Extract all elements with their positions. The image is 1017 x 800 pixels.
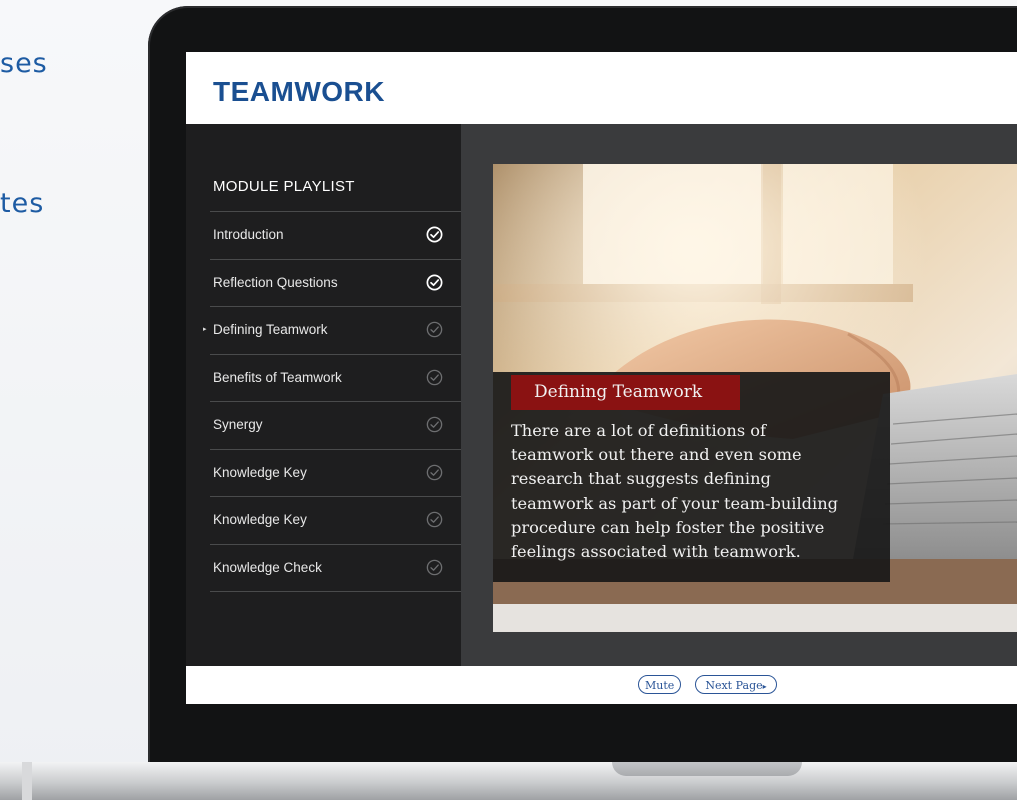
playlist-item-label: Introduction [213,227,284,242]
playlist-item[interactable]: ▸ Defining Teamwork [203,307,461,355]
playlist-item-label: Synergy [213,417,263,432]
check-circle-icon [426,274,443,290]
course-player-screen: TEAMWORK MODULE PLAYLIST Introduction Ref… [186,52,1017,704]
check-circle-icon [426,511,443,528]
next-page-label: Next Page [705,679,763,692]
check-circle-icon [426,464,443,480]
next-arrow-icon: ▸ [762,682,767,691]
check-circle-icon [426,416,443,433]
mute-button[interactable]: Mute [638,675,681,694]
current-item-marker-icon: ▸ [203,326,207,333]
caption-body-text: There are a lot of definitions of teamwo… [511,419,883,564]
next-page-button[interactable]: Next Page▸ [695,675,777,694]
slide-caption-panel: Defining Teamwork There are a lot of def… [493,372,890,582]
caption-title-bar: Defining Teamwork [511,375,740,410]
playlist-item-label: Knowledge Key [213,464,307,480]
caption-line: teamwork as part of your team-building [511,493,838,513]
laptop-base [0,762,1017,800]
check-circle-icon [426,559,443,575]
playlist-item[interactable]: Introduction [210,212,461,260]
caption-line: procedure can help foster the positive [511,517,825,537]
caption-title: Defining Teamwork [534,382,703,402]
laptop-base-edge [22,762,32,800]
playlist-item[interactable]: Knowledge Key [210,450,461,497]
playlist-item[interactable]: Knowledge Key [210,497,461,545]
playlist-item-label: Knowledge Key [213,512,307,527]
caption-line: There are a lot of definitions of [511,421,767,440]
playlist-item-label: Knowledge Check [213,559,322,575]
playlist-item[interactable]: Benefits of Teamwork [210,355,461,402]
course-title: TEAMWORK [213,76,385,107]
playlist-list: Introduction Reflection Questions ▸ Definin… [203,211,461,592]
player-footer: Mute Next Page▸ [186,666,1017,704]
laptop-base-notch [612,762,802,776]
playlist-item-label: Benefits of Teamwork [213,369,342,385]
module-playlist-sidebar: MODULE PLAYLIST Introduction Reflection Q… [186,124,461,666]
mute-button-label: Mute [645,679,675,692]
check-circle-icon [426,226,443,243]
caption-line: research that suggests defining [511,469,771,489]
check-circle-icon [426,321,443,338]
playlist-item[interactable]: Synergy [210,402,461,450]
app-header: TEAMWORK [186,52,1017,124]
playlist-item-label: Defining Teamwork [213,322,328,337]
check-circle-icon [426,369,443,385]
playlist-heading: MODULE PLAYLIST [213,178,355,195]
caption-line: feelings associated with teamwork. [511,542,801,562]
playlist-item[interactable]: Reflection Questions [210,260,461,307]
playlist-item-label: Reflection Questions [213,274,338,290]
caption-line: teamwork out there and even some [511,445,802,465]
background-text-line-a: ses [0,48,48,79]
background-text-line-b: tes [0,188,45,219]
playlist-item[interactable]: Knowledge Check [210,545,461,592]
